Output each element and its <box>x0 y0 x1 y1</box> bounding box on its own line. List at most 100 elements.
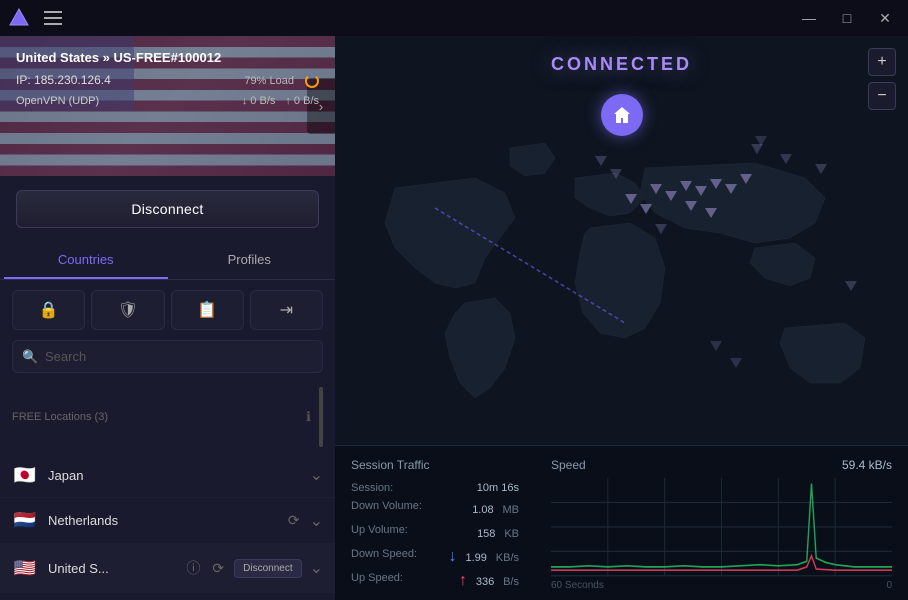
right-panel: CONNECTED + − Session Traffic Session: 1… <box>335 36 908 600</box>
server-marker-8[interactable] <box>740 174 752 184</box>
shield-icon: 🛡 <box>118 300 138 320</box>
server-marker-3[interactable] <box>665 191 677 201</box>
search-icon: 🔍 <box>22 349 38 365</box>
netherlands-refresh-button[interactable]: ⟳ <box>286 510 302 531</box>
lock-icon: 🔒 <box>39 300 59 320</box>
speed-chart-title: Speed <box>551 458 586 472</box>
country-item-japan[interactable]: 🇯🇵 Japan ⌄ <box>0 453 335 498</box>
maximize-button[interactable]: □ <box>832 8 862 28</box>
connected-badge: CONNECTED <box>551 54 692 75</box>
speed-chart <box>551 478 892 578</box>
netherlands-name: Netherlands <box>48 513 276 528</box>
country-item-netherlands[interactable]: 🇳🇱 Netherlands ⟳ ⌄ <box>0 498 335 544</box>
main-layout: United States » US-FREE#100012 IP: 185.2… <box>0 36 908 600</box>
session-row: Session: 10m 16s <box>351 482 519 494</box>
japan-actions: ⌄ <box>310 465 323 485</box>
home-icon <box>612 105 632 125</box>
speed-current-value: 59.4 kB/s <box>842 458 892 472</box>
title-bar-left <box>8 7 66 29</box>
netherlands-actions: ⟳ ⌄ <box>286 510 323 531</box>
server-marker-20[interactable] <box>730 358 742 368</box>
server-marker-7[interactable] <box>725 184 737 194</box>
server-marker-14[interactable] <box>595 156 607 166</box>
window-controls: — □ ✕ <box>794 8 900 28</box>
filter-edit-button[interactable]: 📋 <box>171 290 244 330</box>
japan-name: Japan <box>48 468 300 483</box>
title-bar: — □ ✕ <box>0 0 908 36</box>
server-marker-13[interactable] <box>610 169 622 179</box>
minimize-button[interactable]: — <box>794 8 824 28</box>
connection-ip: IP: 185.230.126.4 <box>16 73 111 87</box>
down-speed: ↓ 0 B/s <box>242 95 276 107</box>
server-marker-6[interactable] <box>710 179 722 189</box>
netherlands-expand-button[interactable]: ⌄ <box>310 511 323 531</box>
server-marker-10[interactable] <box>685 201 697 211</box>
server-marker-19[interactable] <box>710 341 722 351</box>
server-marker-16[interactable] <box>780 154 792 164</box>
disconnect-section: Disconnect <box>0 176 335 242</box>
arrow-icon: ⇥ <box>280 300 293 320</box>
down-arrow-icon: ↓ <box>449 548 457 565</box>
free-locations-header: FREE Locations (3) ℹ <box>0 381 335 453</box>
filter-lock-button[interactable]: 🔒 <box>12 290 85 330</box>
connection-header: United States » US-FREE#100012 IP: 185.2… <box>0 36 335 176</box>
disconnect-button[interactable]: Disconnect <box>16 190 319 228</box>
netherlands-flag: 🇳🇱 <box>12 511 38 531</box>
zoom-in-button[interactable]: + <box>868 48 896 76</box>
server-marker-18[interactable] <box>845 281 857 291</box>
server-marker-17[interactable] <box>815 164 827 174</box>
search-section: 🔍 <box>0 340 335 381</box>
up-speed-row: Up Speed: ↑ 336 B/s <box>351 572 519 590</box>
zoom-out-button[interactable]: − <box>868 82 896 110</box>
section-info-icon[interactable]: ℹ <box>306 409 311 425</box>
down-volume-row: Down Volume: 1.08 MB <box>351 500 519 518</box>
scrollbar[interactable] <box>319 387 323 447</box>
close-button[interactable]: ✕ <box>870 8 900 28</box>
server-marker-21[interactable] <box>755 136 767 146</box>
usa-refresh-button[interactable]: ⟳ <box>210 558 226 579</box>
server-marker-11[interactable] <box>705 208 717 218</box>
tab-bar: Countries Profiles <box>0 242 335 280</box>
filter-bar: 🔒 🛡 📋 ⇥ <box>0 280 335 340</box>
filter-shield-button[interactable]: 🛡 <box>91 290 164 330</box>
hamburger-menu[interactable] <box>40 7 66 29</box>
server-marker-5[interactable] <box>695 186 707 196</box>
app-logo-icon <box>8 7 30 29</box>
up-volume-row: Up Volume: 158 KB <box>351 524 519 542</box>
down-speed-row: Down Speed: ↓ 1.99 KB/s <box>351 548 519 566</box>
traffic-section: Session Traffic Session: 10m 16s Down Vo… <box>335 446 535 600</box>
japan-flag: 🇯🇵 <box>12 465 38 485</box>
japan-expand-button[interactable]: ⌄ <box>310 465 323 485</box>
load-info: 79% Load <box>244 74 319 88</box>
vpn-protocol: OpenVPN (UDP) <box>16 95 99 107</box>
country-item-usa[interactable]: 🇺🇸 United S... ⓘ ⟳ Disconnect ⌄ <box>0 544 335 593</box>
server-marker-2[interactable] <box>650 184 662 194</box>
connection-location: United States » US-FREE#100012 <box>16 50 221 65</box>
usa-disconnect-button[interactable]: Disconnect <box>234 559 301 578</box>
search-input[interactable] <box>12 340 323 373</box>
home-button[interactable] <box>601 94 643 136</box>
stats-panel: Session Traffic Session: 10m 16s Down Vo… <box>335 445 908 600</box>
tab-countries[interactable]: Countries <box>4 242 168 279</box>
time-start-label: 60 Seconds <box>551 580 604 591</box>
usa-flag: 🇺🇸 <box>12 558 38 578</box>
speed-section: Speed 59.4 kB/s <box>535 446 908 600</box>
usa-info-button[interactable]: ⓘ <box>184 556 202 580</box>
tab-profiles[interactable]: Profiles <box>168 242 332 279</box>
usa-name: United S... <box>48 561 174 576</box>
up-arrow-icon: ↑ <box>459 572 467 589</box>
filter-arrow-button[interactable]: ⇥ <box>250 290 323 330</box>
free-locations-label: FREE Locations (3) <box>12 411 108 423</box>
usa-expand-button[interactable]: ⌄ <box>310 558 323 578</box>
map-controls: + − <box>868 48 896 110</box>
up-speed: ↑ 0 B/s <box>285 95 319 107</box>
server-marker-1[interactable] <box>625 194 637 204</box>
edit-icon: 📋 <box>197 300 217 320</box>
server-marker-12[interactable] <box>655 224 667 234</box>
traffic-title: Session Traffic <box>351 458 519 472</box>
time-end-label: 0 <box>886 580 892 591</box>
left-panel: United States » US-FREE#100012 IP: 185.2… <box>0 36 335 600</box>
server-marker-4[interactable] <box>680 181 692 191</box>
country-list: 🇯🇵 Japan ⌄ 🇳🇱 Netherlands ⟳ ⌄ 🇺🇸 United … <box>0 453 335 600</box>
server-marker-9[interactable] <box>640 204 652 214</box>
